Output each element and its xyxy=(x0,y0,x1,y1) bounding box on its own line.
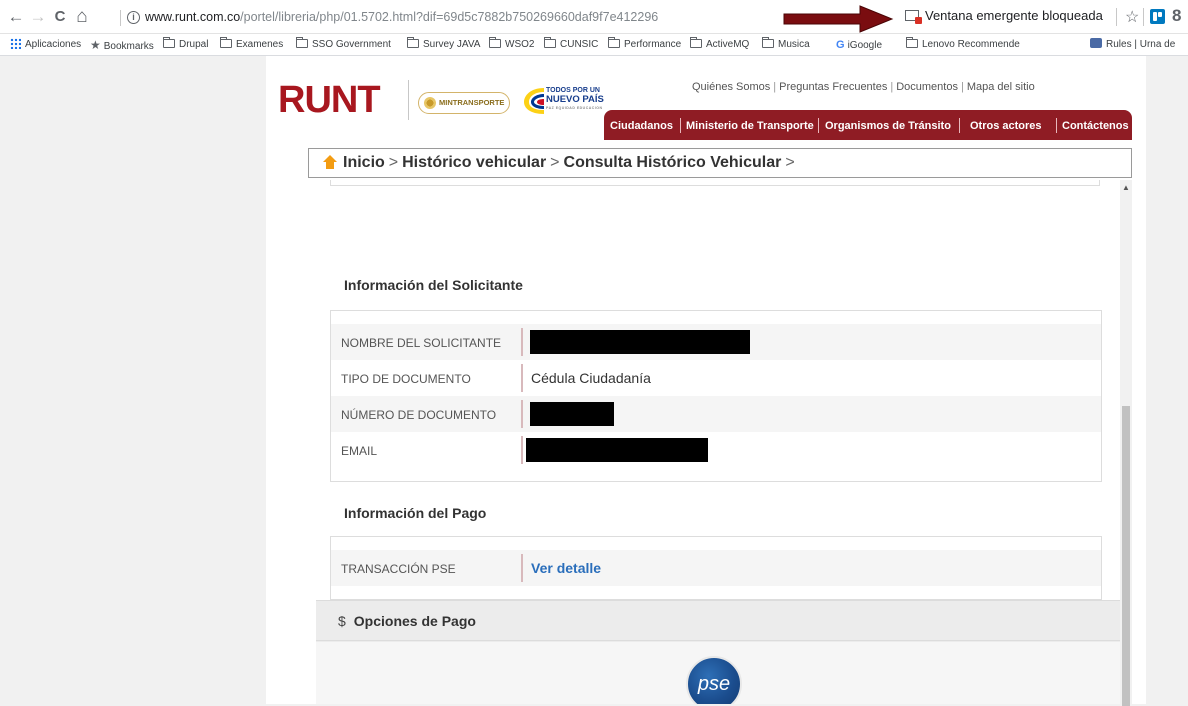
bookmark-drupal[interactable]: Drupal xyxy=(163,37,208,52)
folder-icon xyxy=(608,37,620,48)
scrollbar[interactable]: ▲ xyxy=(1120,180,1132,706)
opciones-pago-body: pse xyxy=(316,642,1120,704)
section-title-pago: Información del Pago xyxy=(344,505,487,521)
breadcrumb-historico-vehicular[interactable]: Histórico vehicular xyxy=(402,154,546,171)
folder-icon xyxy=(690,37,702,48)
opciones-pago-header: $ Opciones de Pago xyxy=(316,601,1120,641)
nav-contactenos[interactable]: Contáctenos xyxy=(1062,120,1129,132)
folder-icon xyxy=(296,37,308,48)
popup-blocked-indicator[interactable]: Ventana emergente bloqueada xyxy=(905,8,1103,24)
redacted-value xyxy=(530,330,750,354)
link-documentos[interactable]: Documentos xyxy=(896,81,958,93)
folder-icon xyxy=(544,37,556,48)
breadcrumb-consulta-historico[interactable]: Consulta Histórico Vehicular xyxy=(564,154,782,171)
bookmark-activemq[interactable]: ActiveMQ xyxy=(690,37,749,52)
bookmark-survey-java[interactable]: Survey JAVA xyxy=(407,37,480,52)
ver-detalle-link[interactable]: Ver detalle xyxy=(531,560,601,576)
dollar-icon: $ xyxy=(338,613,346,629)
opciones-pago-title: Opciones de Pago xyxy=(353,613,476,629)
link-preguntas-frecuentes[interactable]: Preguntas Frecuentes xyxy=(779,81,887,93)
star-icon: ★ xyxy=(90,38,101,52)
reload-icon[interactable]: C xyxy=(50,7,70,27)
bookmark-igoogle[interactable]: GiGoogle xyxy=(836,38,882,52)
bookmark-performance[interactable]: Performance xyxy=(608,37,681,52)
nav-otros-actores[interactable]: Otros actores xyxy=(970,120,1042,132)
extension-icon[interactable]: 8 xyxy=(1172,6,1181,26)
site-info-icon[interactable]: i xyxy=(127,11,140,25)
redacted-value xyxy=(526,438,708,462)
row-label: TIPO DE DOCUMENTO xyxy=(341,372,471,386)
row-value: Cédula Ciudadanía xyxy=(531,370,651,386)
folder-icon xyxy=(906,37,918,48)
link-mapa-del-sitio[interactable]: Mapa del sitio xyxy=(967,81,1035,93)
bookmark-rules[interactable]: Rules | Urna de xyxy=(1090,38,1175,52)
bookmark-examenes[interactable]: Examenes xyxy=(220,37,283,52)
arrow-icon xyxy=(783,5,894,33)
back-icon[interactable]: ← xyxy=(6,7,26,27)
browser-toolbar: ← → C ⌂ i www.runt.com.co/portel/libreria… xyxy=(0,0,1188,34)
rules-icon xyxy=(1090,38,1102,48)
bookmark-musica[interactable]: Musica xyxy=(762,37,810,52)
scroll-content[interactable]: Información del Solicitante NOMBRE DEL S… xyxy=(316,180,1120,704)
opciones-pago-panel: $ Opciones de Pago pse xyxy=(316,600,1120,704)
bookmarks-bar: Aplicaciones ★ Bookmarks Drupal Examenes … xyxy=(0,34,1188,56)
table-row: NÚMERO DE DOCUMENTO xyxy=(331,396,1101,432)
trello-extension-icon[interactable] xyxy=(1150,9,1165,24)
home-icon[interactable]: ⌂ xyxy=(72,7,92,27)
bookmark-bookmarks[interactable]: ★ Bookmarks xyxy=(90,38,154,52)
popup-blocked-label: Ventana emergente bloqueada xyxy=(925,8,1103,23)
bookmark-aplicaciones[interactable]: Aplicaciones xyxy=(10,38,81,52)
row-label: EMAIL xyxy=(341,444,378,458)
forward-icon[interactable]: → xyxy=(28,7,48,27)
folder-icon xyxy=(407,37,419,48)
row-label: NOMBRE DEL SOLICITANTE xyxy=(341,336,502,350)
bookmark-star-icon[interactable]: ☆ xyxy=(1125,7,1139,27)
folder-icon xyxy=(762,37,774,48)
todos-por-un-nuevo-pais-logo[interactable]: TODOS POR UN NUEVO PAÍS PAZ EQUIDAD EDUC… xyxy=(520,80,610,120)
bookmark-sso-government[interactable]: SSO Government xyxy=(296,37,391,52)
url-domain: www.runt.com.co xyxy=(145,10,241,24)
folder-icon xyxy=(220,37,232,48)
pago-card: TRANSACCIÓN PSE Ver detalle xyxy=(330,536,1102,600)
nav-ministerio-de-transporte[interactable]: Ministerio de Transporte xyxy=(686,120,814,132)
google-icon: G xyxy=(836,39,845,51)
table-row: NOMBRE DEL SOLICITANTE xyxy=(331,324,1101,360)
seal-icon xyxy=(424,97,436,109)
breadcrumb-inicio[interactable]: Inicio xyxy=(343,154,385,171)
main-nav: Ciudadanos Ministerio de Transporte Orga… xyxy=(604,110,1132,140)
table-row: EMAIL xyxy=(331,432,1101,468)
apps-icon xyxy=(10,38,21,49)
top-links: Quiénes Somos | Preguntas Frecuentes | Docum… xyxy=(692,81,1035,93)
solicitante-card: NOMBRE DEL SOLICITANTE TIPO DE DOCUMENTO… xyxy=(330,310,1102,482)
flag-swoosh-icon xyxy=(524,88,544,114)
section-title-solicitante: Información del Solicitante xyxy=(344,277,523,293)
home-icon[interactable] xyxy=(323,155,337,169)
previous-card xyxy=(330,180,1100,186)
nav-organismos-de-transito[interactable]: Organismos de Tránsito xyxy=(825,120,951,132)
link-quienes-somos[interactable]: Quiénes Somos xyxy=(692,81,770,93)
row-label: TRANSACCIÓN PSE xyxy=(341,562,456,576)
bookmark-wso2[interactable]: WSO2 xyxy=(489,37,534,52)
mintransporte-logo[interactable]: MINTRANSPORTE xyxy=(418,92,510,114)
row-label: NÚMERO DE DOCUMENTO xyxy=(341,408,497,422)
popup-blocked-icon xyxy=(905,10,922,24)
scrollbar-thumb[interactable] xyxy=(1122,406,1130,706)
scroll-up-icon[interactable]: ▲ xyxy=(1120,182,1132,194)
table-row: TRANSACCIÓN PSE Ver detalle xyxy=(331,550,1101,586)
folder-icon xyxy=(163,37,175,48)
bookmark-cunsic[interactable]: CUNSIC xyxy=(544,37,598,52)
redacted-value xyxy=(530,402,614,426)
folder-icon xyxy=(489,37,501,48)
runt-logo[interactable]: RUNT xyxy=(278,81,381,119)
bookmark-lenovo[interactable]: Lenovo Recommende xyxy=(906,37,1020,52)
pse-payment-button[interactable]: pse xyxy=(686,656,742,704)
page: RUNT MINTRANSPORTE TODOS POR UN NUEVO PA… xyxy=(266,56,1146,706)
nav-ciudadanos[interactable]: Ciudadanos xyxy=(610,120,673,132)
url-path: /portel/libreria/php/01.5702.html?dif=69… xyxy=(240,10,659,24)
table-row: TIPO DE DOCUMENTO Cédula Ciudadanía xyxy=(331,360,1101,396)
breadcrumb: Inicio > Histórico vehicular > Consulta Hist… xyxy=(308,148,1132,178)
